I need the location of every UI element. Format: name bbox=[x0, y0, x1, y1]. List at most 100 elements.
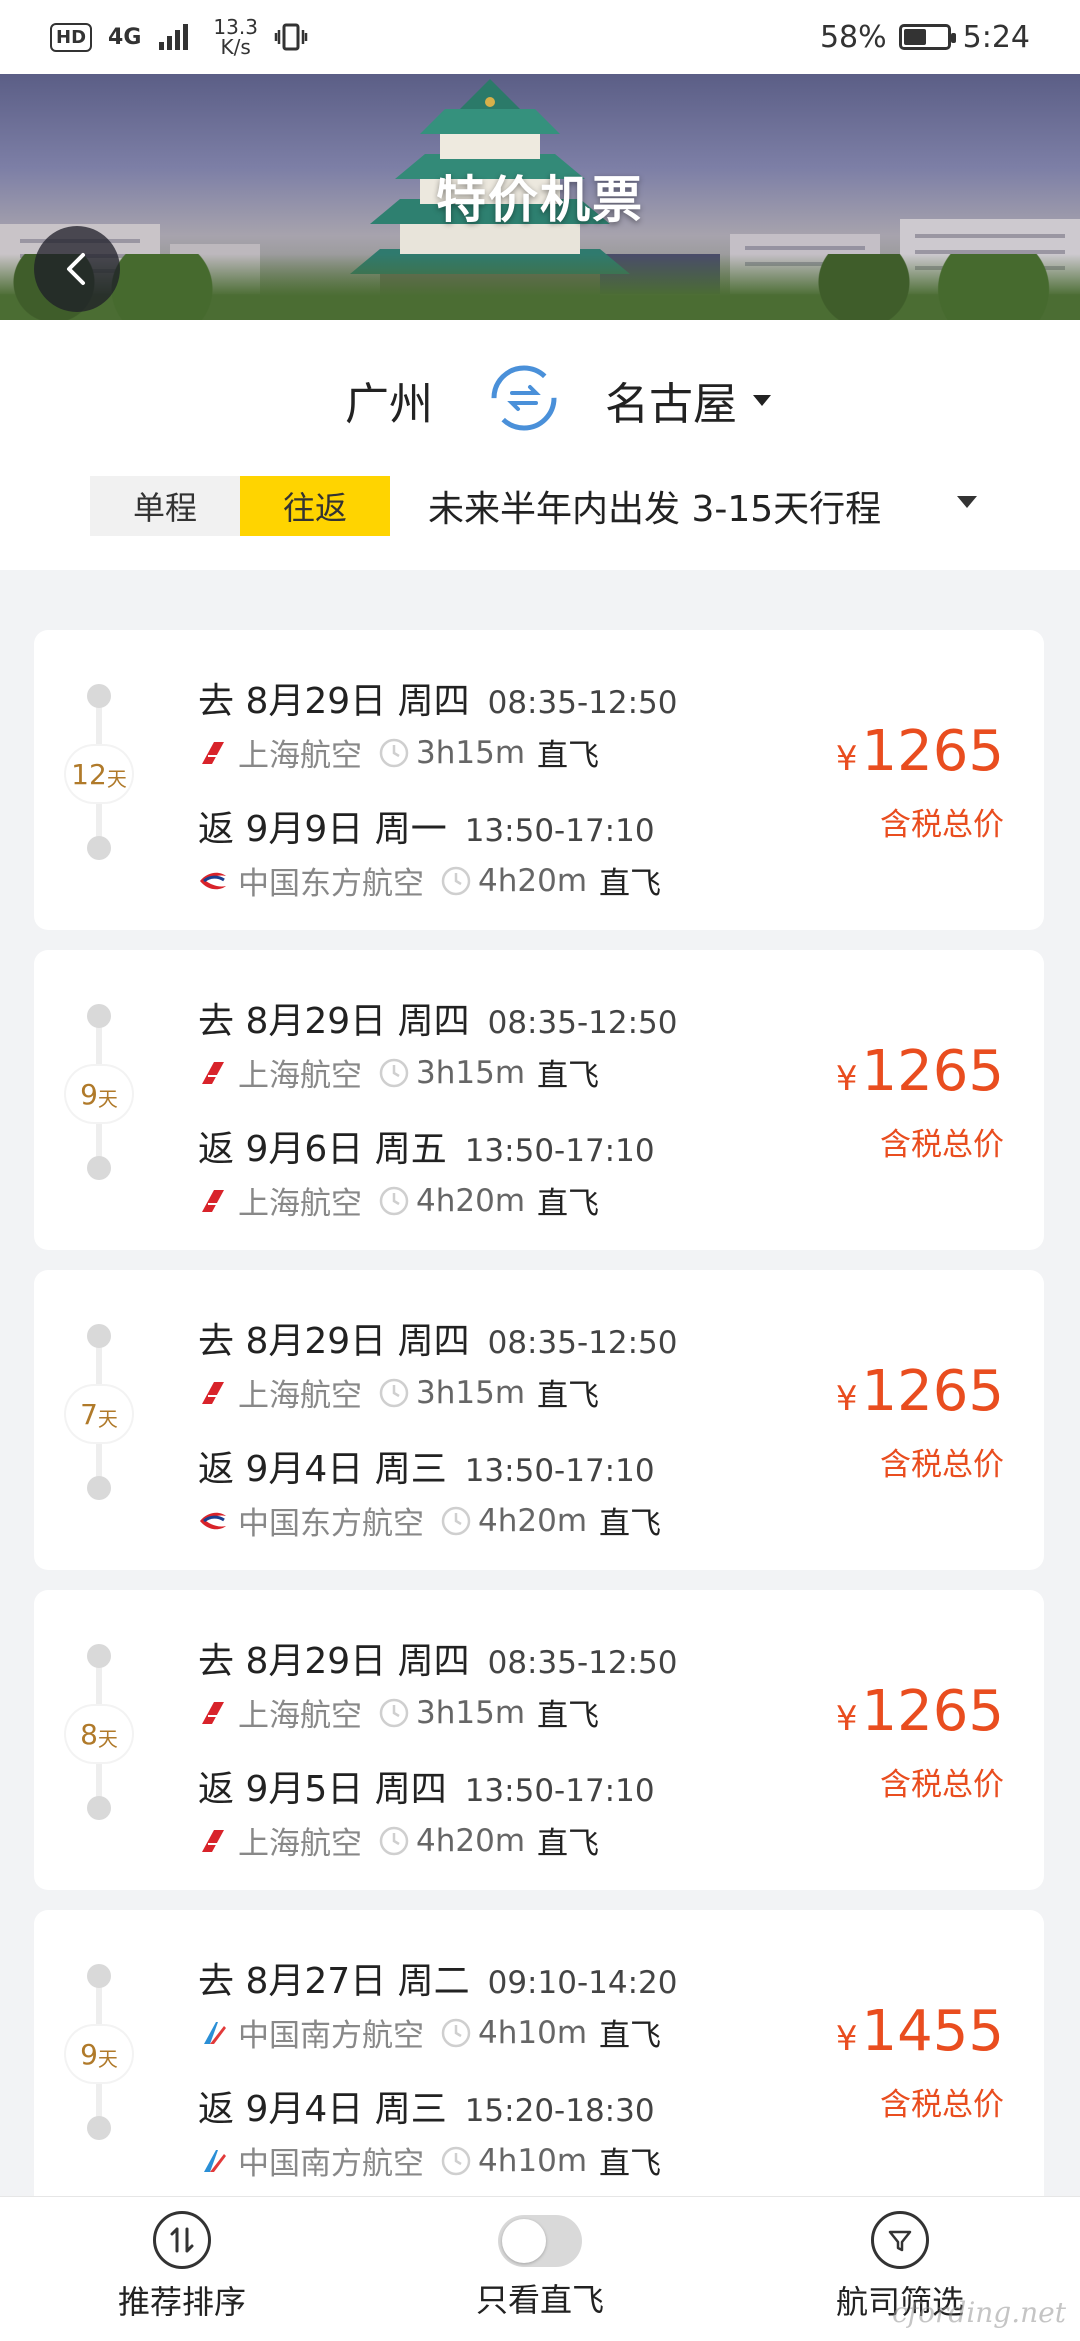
shanghai-airlines-logo-icon bbox=[202, 1381, 224, 1404]
trip-options: 单程 往返 未来半年内出发 3-15天行程 bbox=[90, 475, 881, 537]
flight-card[interactable]: 12 天 去 8月29日 周四 08:35-12:50 上海航空 3h15m 直飞 … bbox=[34, 630, 1044, 930]
sort-button[interactable]: 推荐排序 bbox=[118, 2211, 246, 2323]
return-date: 返 9月4日 周三 bbox=[198, 1449, 447, 1490]
date-range-selector[interactable]: 未来半年内出发 3-15天行程 bbox=[428, 480, 881, 532]
signal-bars-icon bbox=[159, 24, 189, 50]
return-leg: 返 9月5日 周四 13:50-17:10 上海航空 4h20m 直飞 bbox=[198, 1760, 655, 1863]
flight-list: 12 天 去 8月29日 周四 08:35-12:50 上海航空 3h15m 直飞 … bbox=[34, 630, 1044, 2230]
outbound-airline: 中国南方航空 bbox=[238, 2018, 424, 2054]
price-block: ¥1265 含税总价 bbox=[836, 1362, 1004, 1484]
outbound-type: 直飞 bbox=[537, 738, 600, 774]
flight-card[interactable]: 8天 去 8月29日 周四 08:35-12:50 上海航空 3h15m 直飞 返… bbox=[34, 1590, 1044, 1890]
flight-card[interactable]: 9天 去 8月29日 周四 08:35-12:50 上海航空 3h15m 直飞 返… bbox=[34, 950, 1044, 1250]
return-date: 返 9月9日 周一 bbox=[198, 809, 447, 850]
outbound-time: 08:35-12:50 bbox=[487, 1325, 678, 1361]
one-way-tab[interactable]: 单程 bbox=[90, 476, 240, 536]
trip-days-unit: 天 bbox=[97, 1086, 118, 1111]
price-block: ¥1265 含税总价 bbox=[836, 722, 1004, 844]
return-date: 返 9月5日 周四 bbox=[198, 1769, 447, 1810]
return-date: 返 9月4日 周三 bbox=[198, 2089, 447, 2130]
price: ¥1265 bbox=[836, 1682, 1004, 1749]
trip-days: 9 bbox=[80, 2037, 98, 2071]
speed-value: 13.3 bbox=[213, 15, 258, 39]
return-time: 13:50-17:10 bbox=[464, 1453, 655, 1489]
outbound-leg: 去 8月29日 周四 08:35-12:50 上海航空 3h15m 直飞 bbox=[198, 1312, 677, 1415]
page-title: 特价机票 bbox=[436, 171, 644, 229]
from-city[interactable]: 广州 bbox=[345, 368, 433, 432]
flight-card[interactable]: 9天 去 8月27日 周二 09:10-14:20 中国南方航空 4h10m 直飞… bbox=[34, 1910, 1044, 2210]
china-eastern-logo-icon bbox=[200, 872, 226, 889]
bottom-nav: 推荐排序 只看直飞 航司筛选 cfording.net bbox=[0, 2196, 1080, 2341]
trip-days-unit: 天 bbox=[97, 1406, 118, 1431]
outbound-time: 08:35-12:50 bbox=[487, 685, 678, 721]
to-city-label: 名古屋 bbox=[605, 379, 737, 430]
sort-icon bbox=[153, 2211, 211, 2269]
price-note: 含税总价 bbox=[880, 1447, 1004, 1483]
direct-only-toggle[interactable]: 只看直飞 bbox=[476, 2211, 604, 2321]
return-type: 直飞 bbox=[537, 1826, 600, 1862]
back-button[interactable] bbox=[34, 226, 120, 312]
price-block: ¥1265 含税总价 bbox=[836, 1042, 1004, 1164]
timeline-dot bbox=[87, 1004, 111, 1028]
outbound-duration: 3h15m bbox=[416, 1694, 526, 1731]
timeline-dot bbox=[87, 2116, 111, 2140]
return-leg: 返 9月6日 周五 13:50-17:10 上海航空 4h20m 直飞 bbox=[198, 1120, 655, 1223]
trip-timeline: 9天 bbox=[66, 1964, 132, 2140]
timeline-dot bbox=[87, 1476, 111, 1500]
return-duration: 4h20m bbox=[416, 1182, 526, 1219]
return-time: 13:50-17:10 bbox=[464, 1133, 655, 1169]
search-header: 广州 名古屋 单程 往返 未来半年内出发 3-15天行程 bbox=[0, 320, 1080, 570]
flight-card[interactable]: 7天 去 8月29日 周四 08:35-12:50 上海航空 3h15m 直飞 返… bbox=[34, 1270, 1044, 1570]
china-southern-logo-icon bbox=[204, 2021, 226, 2044]
return-duration: 4h20m bbox=[478, 862, 588, 899]
clock-icon bbox=[379, 1826, 409, 1855]
sort-label: 推荐排序 bbox=[118, 2283, 247, 2321]
outbound-type: 直飞 bbox=[537, 1058, 600, 1094]
return-type: 直飞 bbox=[599, 2146, 662, 2182]
trip-timeline: 7天 bbox=[66, 1324, 132, 1500]
network-speed: 13.3 K/s bbox=[213, 17, 258, 57]
price: ¥1265 bbox=[836, 1362, 1004, 1429]
round-trip-tab[interactable]: 往返 bbox=[240, 476, 390, 536]
price-amount: 1265 bbox=[861, 1679, 1004, 1744]
timeline-dot bbox=[87, 836, 111, 860]
return-type: 直飞 bbox=[537, 1186, 600, 1222]
currency-symbol: ¥ bbox=[835, 739, 858, 779]
outbound-airline: 上海航空 bbox=[238, 738, 362, 774]
return-leg: 返 9月4日 周三 15:20-18:30 中国南方航空 4h10m 直飞 bbox=[198, 2080, 661, 2183]
swap-cities-icon[interactable] bbox=[486, 360, 562, 436]
return-airline: 上海航空 bbox=[238, 1186, 362, 1222]
return-duration: 4h20m bbox=[478, 1502, 588, 1539]
trip-timeline: 12 天 bbox=[66, 684, 132, 860]
timeline-dot bbox=[87, 1964, 111, 1988]
shanghai-airlines-logo-icon bbox=[202, 1189, 224, 1212]
return-type: 直飞 bbox=[599, 1506, 662, 1542]
battery-percent: 58% bbox=[819, 19, 887, 55]
timeline-dot bbox=[87, 1644, 111, 1668]
shanghai-airlines-logo-icon bbox=[202, 1829, 224, 1852]
price-note: 含税总价 bbox=[880, 1127, 1004, 1163]
outbound-airline: 上海航空 bbox=[238, 1698, 362, 1734]
signal-indicator: 4G bbox=[108, 24, 142, 50]
trip-days-badge: 12 天 bbox=[66, 746, 132, 802]
outbound-duration: 3h15m bbox=[416, 1054, 526, 1091]
outbound-time: 08:35-12:50 bbox=[487, 1645, 678, 1681]
trip-days-unit: 天 bbox=[97, 1726, 118, 1751]
return-airline: 中国东方航空 bbox=[238, 1506, 424, 1542]
currency-symbol: ¥ bbox=[835, 1379, 858, 1419]
return-time: 13:50-17:10 bbox=[464, 1773, 655, 1809]
price-note: 含税总价 bbox=[880, 1767, 1004, 1803]
watermark: cfording.net bbox=[892, 2296, 1066, 2329]
return-date: 返 9月6日 周五 bbox=[198, 1129, 447, 1170]
direct-only-switch[interactable] bbox=[498, 2215, 582, 2267]
currency-symbol: ¥ bbox=[835, 1699, 858, 1739]
trip-days: 9 bbox=[80, 1077, 98, 1111]
price-amount: 1265 bbox=[861, 1039, 1004, 1104]
trip-days-badge: 9天 bbox=[66, 1066, 132, 1122]
outbound-duration: 3h15m bbox=[416, 734, 526, 771]
currency-symbol: ¥ bbox=[835, 1059, 858, 1099]
trees-image bbox=[0, 254, 1080, 324]
caret-down-icon[interactable] bbox=[957, 496, 977, 508]
to-city[interactable]: 名古屋 bbox=[605, 368, 771, 432]
trip-days: 8 bbox=[80, 1717, 98, 1751]
